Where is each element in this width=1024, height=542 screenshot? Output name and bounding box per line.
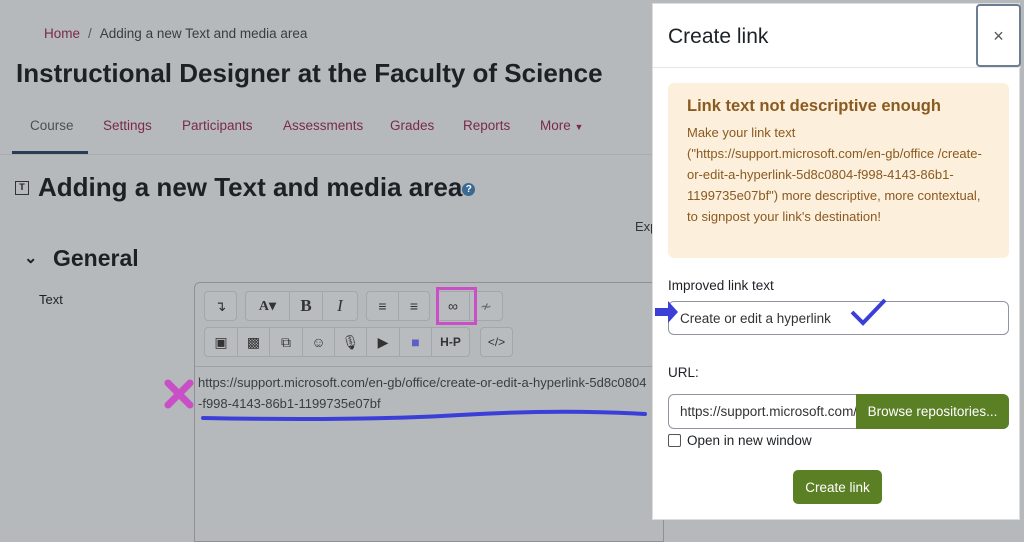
cross-icon — [164, 379, 194, 409]
checkmark-icon — [850, 298, 887, 326]
video-icon[interactable]: ▶ — [367, 328, 400, 356]
html-icon[interactable]: </> — [481, 328, 512, 356]
section-general[interactable]: General — [53, 245, 139, 272]
annotation-layer-dialog — [655, 298, 887, 326]
course-nav: Course Settings Participants Assessments… — [0, 118, 660, 155]
toolbar-group-format: A▾ B I — [245, 291, 358, 321]
font-style-icon[interactable]: A▾ — [246, 292, 290, 320]
heading-text: Adding a new Text and media area — [38, 172, 463, 202]
numbered-list-icon[interactable]: ≡ — [399, 292, 429, 320]
alert-body: Make your link text ("https://support.mi… — [687, 125, 982, 224]
breadcrumb-current: Adding a new Text and media area — [99, 26, 308, 41]
chevron-down-icon: ▼ — [574, 122, 584, 132]
url-label: URL: — [668, 365, 699, 380]
tab-grades[interactable]: Grades — [390, 118, 434, 133]
toolbar-group-collapse: ↴ — [204, 291, 237, 321]
toolbar-divider — [195, 366, 665, 367]
toolbar-group-lists: ≡ ≡ — [366, 291, 430, 321]
alert-title: Link text not descriptive enough — [687, 97, 941, 115]
toolbar-group-media: ▣ ▩ ⧉ ☺ 🎙 ▶ ■ H-P — [204, 327, 470, 357]
tab-participants[interactable]: Participants — [182, 118, 253, 133]
collapse-icon[interactable]: ↴ — [205, 292, 236, 320]
microphone-icon[interactable]: 🎙 — [335, 328, 367, 356]
help-icon[interactable]: ? — [462, 182, 476, 196]
italic-icon[interactable]: I — [323, 292, 357, 320]
underline-annotation — [201, 409, 647, 421]
chevron-down-icon[interactable]: ⌄ — [24, 248, 37, 268]
tab-more[interactable]: More ▼ — [540, 118, 583, 133]
url-value: https://support.microsoft.com/en-gb/offi… — [680, 404, 862, 419]
url-input[interactable]: https://support.microsoft.com/en-gb/offi… — [668, 394, 863, 429]
new-window-checkbox[interactable] — [668, 434, 681, 447]
tab-settings[interactable]: Settings — [103, 118, 152, 133]
breadcrumb-home[interactable]: Home — [44, 26, 80, 41]
text-media-icon: T — [15, 181, 29, 195]
emoji-icon[interactable]: ☺ — [303, 328, 335, 356]
tab-assessments[interactable]: Assessments — [283, 118, 363, 133]
h5p-icon[interactable]: H-P — [432, 328, 469, 356]
dialog-title: Create link — [668, 25, 769, 48]
form-heading: Adding a new Text and media area? — [38, 172, 476, 203]
tab-more-label: More — [540, 118, 571, 133]
image-icon[interactable]: ▣ — [205, 328, 238, 356]
close-button[interactable]: × — [976, 4, 1021, 67]
browse-repositories-button[interactable]: Browse repositories... — [856, 394, 1009, 429]
tab-course[interactable]: Course — [30, 118, 74, 133]
breadcrumb-separator: / — [88, 26, 92, 41]
warning-alert: Link text not descriptive enough Make yo… — [668, 83, 1009, 258]
media-icon[interactable]: ▩ — [238, 328, 270, 356]
new-window-label[interactable]: Open in new window — [687, 433, 812, 448]
page-title: Instructional Designer at the Faculty of… — [16, 58, 603, 88]
toolbar-group-html: </> — [480, 327, 513, 357]
bold-icon[interactable]: B — [290, 292, 323, 320]
active-tab-indicator — [12, 151, 88, 154]
link-button-highlight — [436, 287, 477, 325]
header-divider — [653, 67, 1021, 68]
breadcrumb: Home / Adding a new Text and media area — [44, 26, 307, 41]
teams-icon[interactable]: ■ — [400, 328, 432, 356]
tab-reports[interactable]: Reports — [463, 118, 510, 133]
manage-files-icon[interactable]: ⧉ — [270, 328, 303, 356]
annotation-layer — [164, 379, 647, 421]
create-link-dialog: Create link × Link text not descriptive … — [652, 3, 1021, 520]
text-label: Text — [39, 292, 63, 307]
create-link-button[interactable]: Create link — [793, 470, 882, 504]
arrow-right-icon — [655, 301, 678, 323]
bullet-list-icon[interactable]: ≡ — [367, 292, 399, 320]
improved-text-label: Improved link text — [668, 278, 774, 293]
